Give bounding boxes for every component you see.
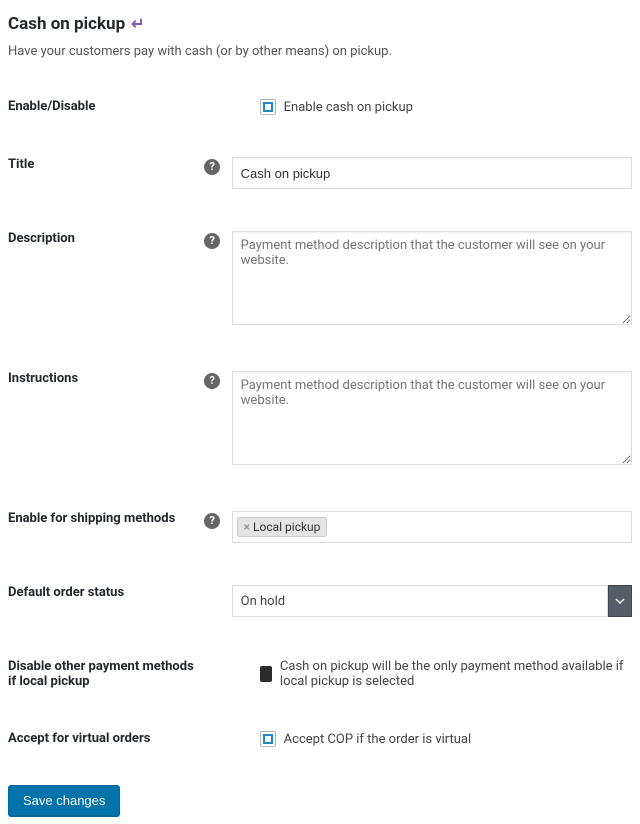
settings-form: Enable/Disable Enable cash on pickup Tit… bbox=[8, 87, 632, 777]
enable-checkbox-label: Enable cash on pickup bbox=[284, 100, 413, 115]
description-label: Description bbox=[8, 219, 204, 359]
enable-label: Enable/Disable bbox=[8, 87, 204, 145]
chevron-down-icon[interactable] bbox=[608, 585, 632, 617]
disable-others-checkbox-label: Cash on pickup will be the only payment … bbox=[280, 659, 632, 689]
help-icon[interactable]: ? bbox=[204, 373, 220, 389]
instructions-textarea[interactable] bbox=[232, 371, 632, 465]
title-input[interactable] bbox=[232, 157, 632, 189]
description-textarea[interactable] bbox=[232, 231, 632, 325]
order-status-value: On hold bbox=[232, 585, 608, 617]
remove-tag-icon[interactable]: × bbox=[244, 520, 250, 534]
heading-text: Cash on pickup bbox=[8, 14, 125, 34]
enable-checkbox[interactable] bbox=[260, 99, 276, 115]
title-label: Title bbox=[8, 145, 204, 219]
instructions-label: Instructions bbox=[8, 359, 204, 499]
order-status-select[interactable]: On hold bbox=[232, 585, 632, 617]
help-icon[interactable]: ? bbox=[204, 233, 220, 249]
help-icon[interactable]: ? bbox=[204, 513, 220, 529]
virtual-checkbox-label: Accept COP if the order is virtual bbox=[284, 732, 472, 747]
save-button[interactable]: Save changes bbox=[8, 785, 120, 816]
shipping-method-tag: × Local pickup bbox=[237, 517, 328, 537]
disable-others-label: Disable other payment methods if local p… bbox=[8, 647, 204, 719]
virtual-checkbox[interactable] bbox=[260, 731, 276, 747]
order-status-label: Default order status bbox=[8, 573, 204, 647]
disable-others-checkbox[interactable] bbox=[260, 666, 272, 682]
virtual-label: Accept for virtual orders bbox=[8, 719, 204, 777]
subtitle: Have your customers pay with cash (or by… bbox=[8, 44, 632, 59]
help-icon[interactable]: ? bbox=[204, 159, 220, 175]
shipping-methods-input[interactable]: × Local pickup bbox=[232, 511, 632, 543]
shipping-methods-label: Enable for shipping methods bbox=[8, 499, 204, 573]
back-link-icon[interactable]: ↵ bbox=[131, 16, 144, 32]
page-title: Cash on pickup ↵ bbox=[8, 14, 632, 34]
tag-label: Local pickup bbox=[253, 520, 320, 534]
